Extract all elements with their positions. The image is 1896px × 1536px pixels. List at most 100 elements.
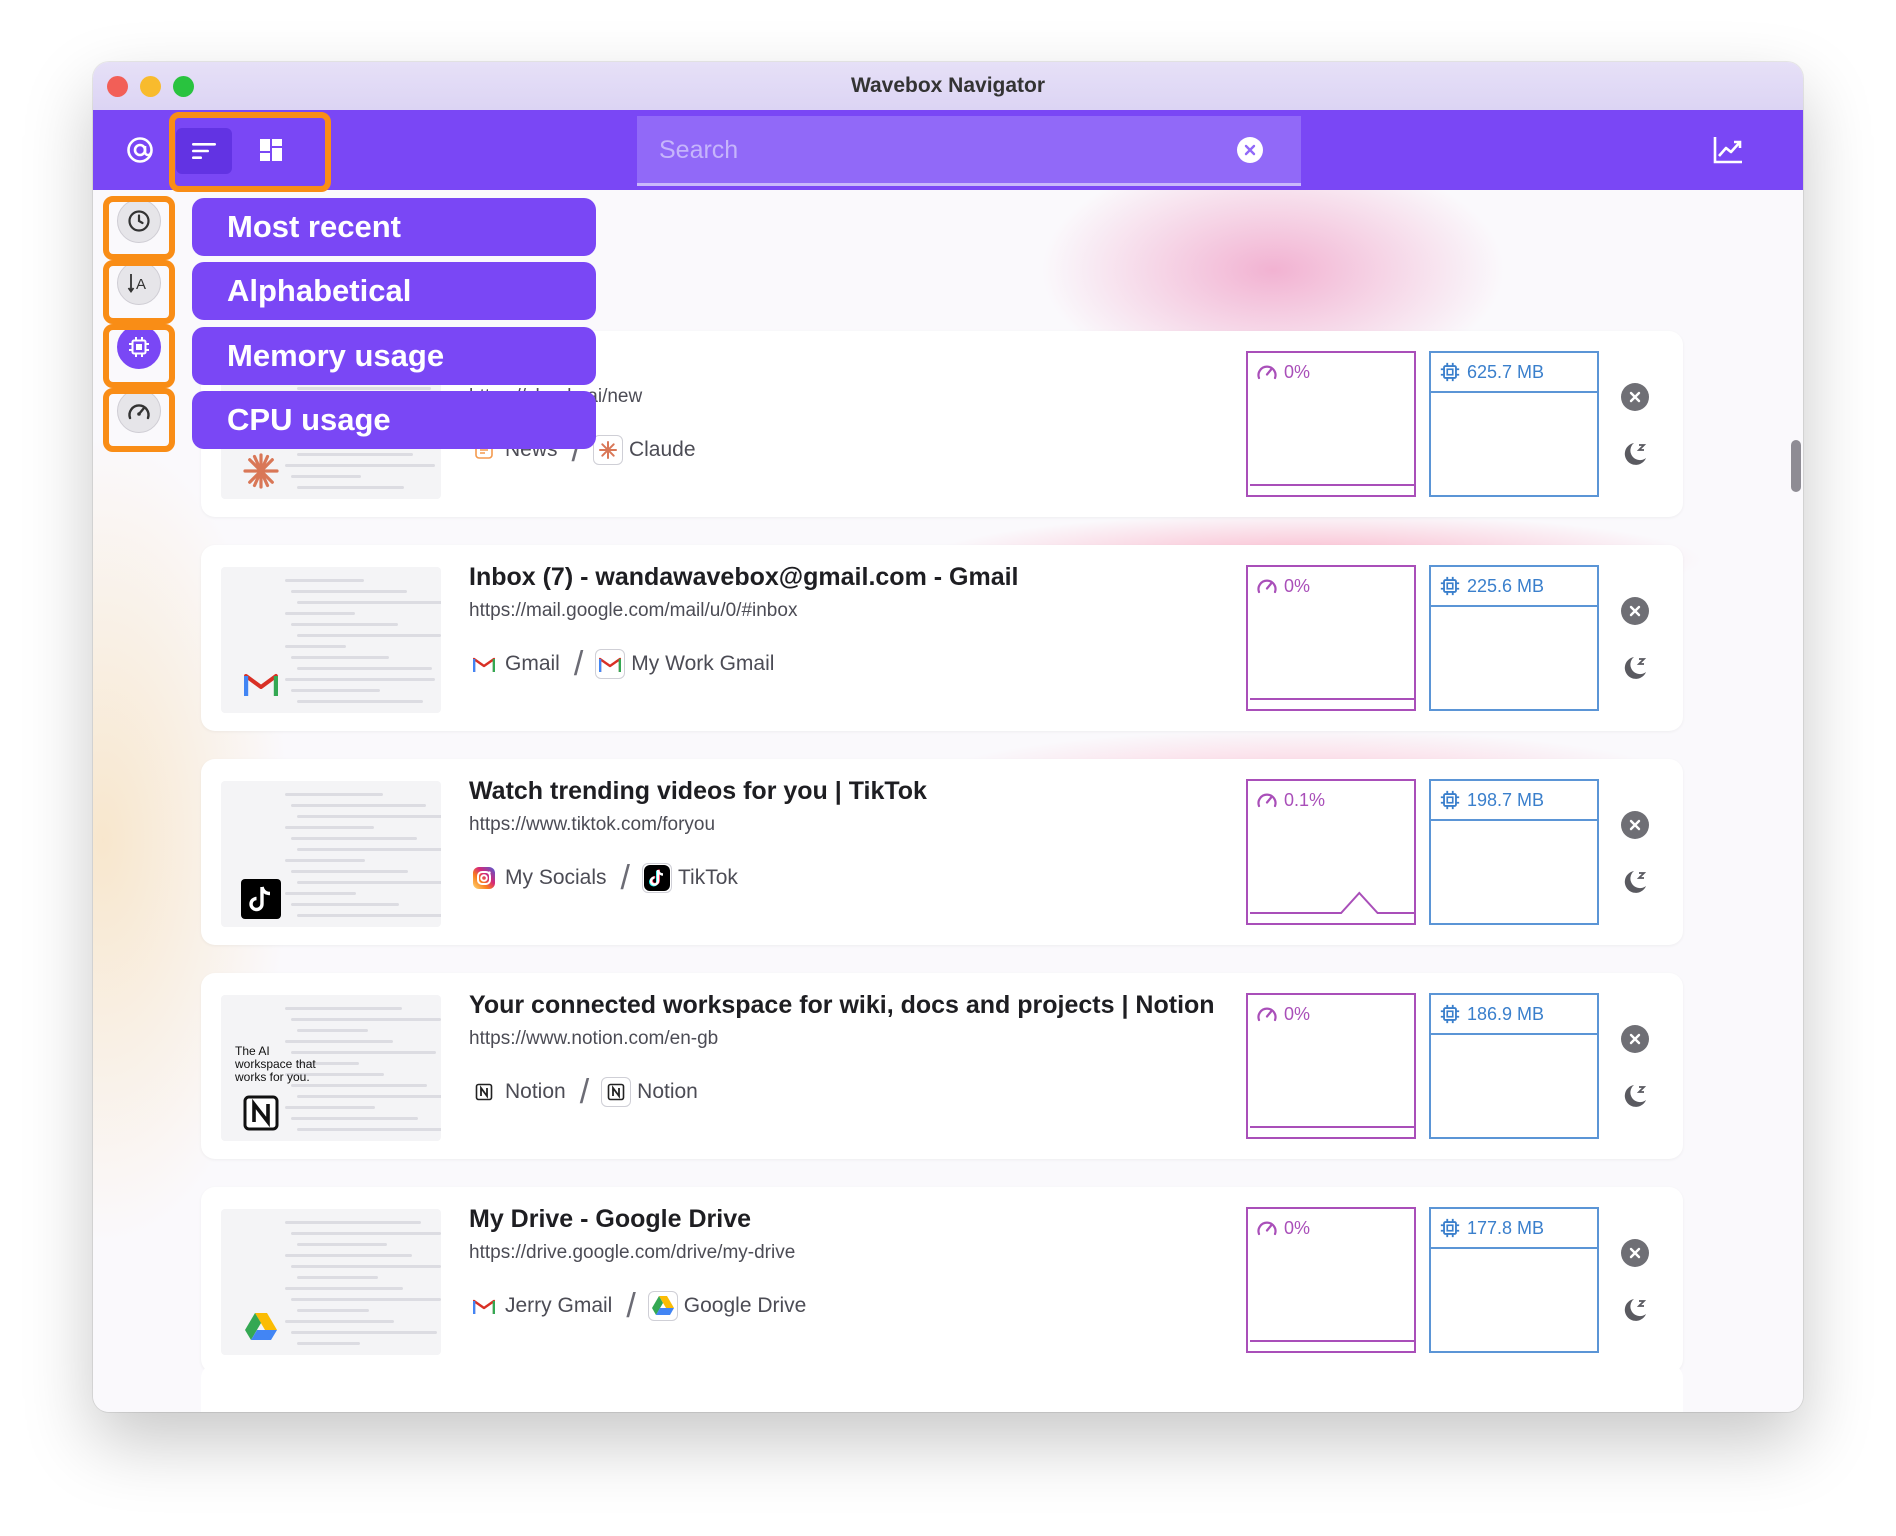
at-sign-icon[interactable] bbox=[123, 133, 157, 167]
close-icon bbox=[1629, 819, 1641, 831]
breadcrumb-label[interactable]: Gmail bbox=[505, 652, 560, 676]
navigator-window: Wavebox Navigator Claude htt bbox=[93, 62, 1803, 1412]
highlight-most-recent bbox=[103, 196, 175, 260]
breadcrumb-label[interactable]: TikTok bbox=[678, 866, 738, 890]
memory-chip-icon bbox=[1440, 1004, 1460, 1024]
tab-card[interactable]: My Drive - Google Drive https://drive.go… bbox=[201, 1187, 1683, 1373]
close-icon bbox=[1629, 1033, 1641, 1045]
gmail-icon bbox=[595, 649, 626, 679]
window-title: Wavebox Navigator bbox=[850, 74, 1046, 97]
highlight-cpu bbox=[103, 388, 175, 452]
breadcrumb-label[interactable]: Google Drive bbox=[684, 1294, 807, 1318]
cpu-history-line bbox=[1250, 1340, 1414, 1342]
breadcrumb-label[interactable]: My Socials bbox=[505, 866, 607, 890]
tab-list: Claude https://claude.ai/new News/Claude… bbox=[93, 190, 1803, 1412]
memory-usage-value: 198.7 MB bbox=[1467, 789, 1545, 810]
memory-chip-icon bbox=[1440, 576, 1460, 596]
tab-url: https://drive.google.com/drive/my-drive bbox=[469, 1242, 796, 1263]
sleep-tab-button[interactable] bbox=[1619, 1295, 1651, 1327]
close-tab-button[interactable] bbox=[1621, 811, 1649, 839]
tab-url: https://www.tiktok.com/foryou bbox=[469, 814, 716, 835]
notion-icon bbox=[601, 1077, 632, 1107]
gmail-icon bbox=[469, 1291, 499, 1321]
cpu-history-line bbox=[1250, 891, 1414, 914]
tab-breadcrumb: My Socials / TikTok bbox=[469, 858, 738, 897]
close-tab-button[interactable] bbox=[1621, 1025, 1649, 1053]
tab-breadcrumb: Jerry Gmail / Google Drive bbox=[469, 1286, 807, 1325]
close-tab-button[interactable] bbox=[1621, 597, 1649, 625]
chart-icon[interactable] bbox=[1711, 134, 1745, 166]
breadcrumb-separator: / bbox=[573, 644, 584, 683]
breadcrumb-label[interactable]: Jerry Gmail bbox=[505, 1294, 612, 1318]
claude-icon bbox=[592, 435, 623, 465]
gmail-icon bbox=[469, 649, 499, 679]
memory-usage-value: 225.6 MB bbox=[1467, 575, 1545, 596]
cpu-usage-graph: 0% bbox=[1246, 565, 1416, 711]
highlight-sort-button bbox=[169, 112, 331, 192]
moon-icon bbox=[1619, 443, 1651, 475]
scrollbar-thumb[interactable] bbox=[1791, 440, 1801, 492]
tab-title[interactable]: Watch trending videos for you | TikTok bbox=[469, 777, 927, 806]
tab-title[interactable]: Inbox (7) - wandawavebox@gmail.com - Gma… bbox=[469, 563, 1019, 592]
breadcrumb-label[interactable]: Notion bbox=[637, 1080, 698, 1104]
cpu-history-line bbox=[1250, 484, 1414, 486]
site-logo-icon bbox=[241, 1307, 281, 1347]
memory-usage-value: 177.8 MB bbox=[1467, 1217, 1545, 1238]
tab-card[interactable]: Watch trending videos for you | TikTok h… bbox=[201, 759, 1683, 945]
tiktok-icon bbox=[641, 863, 672, 893]
tab-card[interactable]: The AI workspace that works for you. You… bbox=[201, 973, 1683, 1159]
memory-usage-graph: 186.9 MB bbox=[1429, 993, 1599, 1139]
close-tab-button[interactable] bbox=[1621, 1239, 1649, 1267]
clear-search-button[interactable] bbox=[1237, 137, 1263, 163]
memory-usage-graph: 225.6 MB bbox=[1429, 565, 1599, 711]
cpu-history-line bbox=[1250, 698, 1414, 700]
site-logo-icon bbox=[241, 1093, 281, 1133]
memory-usage-value: 186.9 MB bbox=[1467, 1003, 1545, 1024]
memory-chip-icon bbox=[1440, 362, 1460, 382]
cpu-usage-graph: 0% bbox=[1246, 1207, 1416, 1353]
moon-icon bbox=[1619, 1299, 1651, 1331]
google-drive-icon bbox=[647, 1291, 678, 1321]
breadcrumb-label[interactable]: Claude bbox=[629, 438, 696, 462]
tab-card[interactable]: Inbox (7) - wandawavebox@gmail.com - Gma… bbox=[201, 545, 1683, 731]
sleep-tab-button[interactable] bbox=[1619, 653, 1651, 685]
site-logo-icon bbox=[241, 665, 281, 705]
tab-thumbnail: The AI workspace that works for you. bbox=[221, 995, 441, 1141]
tab-thumbnail bbox=[221, 1209, 441, 1355]
instagram-icon bbox=[469, 863, 499, 893]
tab-card-partial[interactable] bbox=[201, 1364, 1683, 1412]
memory-usage-graph: 177.8 MB bbox=[1429, 1207, 1599, 1353]
tab-url: https://www.notion.com/en-gb bbox=[469, 1028, 719, 1049]
close-icon bbox=[1629, 605, 1641, 617]
sleep-tab-button[interactable] bbox=[1619, 439, 1651, 471]
breadcrumb-separator: / bbox=[626, 1286, 636, 1325]
sleep-tab-button[interactable] bbox=[1619, 1081, 1651, 1113]
site-logo-icon bbox=[241, 879, 281, 919]
close-icon bbox=[1629, 391, 1641, 403]
moon-icon bbox=[1619, 657, 1651, 689]
sleep-tab-button[interactable] bbox=[1619, 867, 1651, 899]
tab-title[interactable]: Your connected workspace for wiki, docs … bbox=[469, 991, 1215, 1020]
highlight-alphabetical bbox=[103, 260, 175, 324]
sort-option-memory-usage[interactable]: Memory usage bbox=[192, 327, 596, 385]
tab-breadcrumb: Gmail / My Work Gmail bbox=[469, 644, 774, 683]
sort-option-cpu-usage[interactable]: CPU usage bbox=[192, 391, 596, 449]
tab-thumbnail bbox=[221, 567, 441, 713]
breadcrumb-separator: / bbox=[579, 1072, 590, 1111]
sort-option-most-recent[interactable]: Most recent bbox=[192, 198, 596, 256]
memory-chip-icon bbox=[1440, 790, 1460, 810]
breadcrumb-separator: / bbox=[620, 858, 630, 897]
moon-icon bbox=[1619, 871, 1651, 903]
cpu-history-line bbox=[1250, 1126, 1414, 1128]
breadcrumb-label[interactable]: My Work Gmail bbox=[631, 652, 774, 676]
tab-url: https://mail.google.com/mail/u/0/#inbox bbox=[469, 600, 798, 621]
close-icon bbox=[1244, 144, 1256, 156]
breadcrumb-label[interactable]: Notion bbox=[505, 1080, 566, 1104]
tab-breadcrumb: Notion / Notion bbox=[469, 1072, 698, 1111]
tab-title[interactable]: My Drive - Google Drive bbox=[469, 1205, 751, 1234]
notion-icon bbox=[469, 1077, 499, 1107]
sort-option-alphabetical[interactable]: Alphabetical bbox=[192, 262, 596, 320]
memory-usage-value: 625.7 MB bbox=[1467, 361, 1545, 382]
search-input[interactable] bbox=[657, 130, 1241, 170]
close-tab-button[interactable] bbox=[1621, 383, 1649, 411]
